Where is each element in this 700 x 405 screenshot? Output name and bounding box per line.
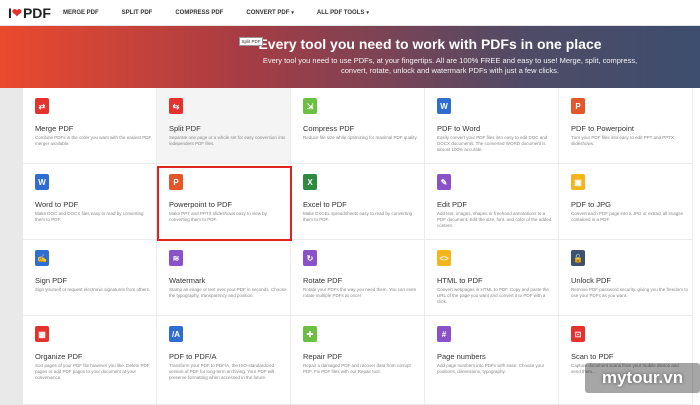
compress-icon: ⇲	[303, 98, 317, 114]
tool-title: PDF to PDF/A	[169, 352, 217, 361]
tool-description: Sign yourself or request electronic sign…	[35, 287, 151, 292]
nav-convert-pdf[interactable]: CONVERT PDF ▾	[246, 10, 294, 16]
word-icon: W	[35, 174, 49, 190]
tool-card-edit-pdf[interactable]: ✎ Edit PDF Add text, images, shapes or fre…	[425, 164, 559, 240]
tool-card-merge-pdf[interactable]: ⇄ Merge PDF Combine PDFs in the order you …	[23, 88, 157, 164]
tool-card-repair-pdf[interactable]: ✚ Repair PDF Repair a damaged PDF and reco…	[291, 316, 425, 405]
tool-title: Compress PDF	[303, 124, 355, 133]
mytour-watermark: mytour.vn	[585, 363, 700, 393]
tool-card-pdf-to-powerpoint[interactable]: P PDF to Powerpoint Turn your PDF files in…	[559, 88, 693, 164]
tool-title: HTML to PDF	[437, 276, 483, 285]
tools-grid: ⇄ Merge PDF Combine PDFs in the order you …	[23, 88, 700, 405]
unlock-icon: 🔓	[571, 250, 585, 266]
tool-description: Stamp an image or text over your PDF in …	[169, 287, 287, 298]
tool-title: Scan to PDF	[571, 352, 614, 361]
tool-description: Combine PDFs in the order you want with …	[35, 135, 152, 146]
nav-all-pdf-tools[interactable]: ALL PDF TOOLS ▾	[317, 10, 369, 16]
html-icon: <>	[437, 250, 451, 266]
tool-title: Repair PDF	[303, 352, 343, 361]
tool-description: Easily convert your PDF files into easy …	[437, 135, 548, 152]
nav-compress-pdf[interactable]: COMPRESS PDF	[175, 10, 223, 16]
hero-banner: Every tool you need to work with PDFs in…	[0, 26, 700, 88]
edit-icon: ✎	[437, 174, 451, 190]
hero-subtitle: Every tool you need to use PDFs, at your…	[262, 56, 638, 75]
tool-card-page-numbers[interactable]: # Page numbers Add page numbers into PDFs …	[425, 316, 559, 405]
tool-description: Add text, images, shapes or freehand ann…	[437, 211, 552, 228]
tool-description: Rotate your PDFs the way you need them. …	[303, 287, 417, 298]
tool-description: Make DOC and DOCX files easy to read by …	[35, 211, 144, 222]
tool-card-pdf-to-jpg[interactable]: ▣ PDF to JPG Convert each PDF page into a …	[559, 164, 693, 240]
repair-icon: ✚	[303, 326, 317, 342]
tool-description: Reduce file size while optimizing for ma…	[303, 135, 418, 140]
heart-icon: ❤	[11, 5, 22, 20]
tool-card-html-to-pdf[interactable]: <> HTML to PDF Convert webpages in HTML to…	[425, 240, 559, 316]
page-numbers-icon: #	[437, 326, 451, 342]
tool-title: Page numbers	[437, 352, 486, 361]
tool-title: Merge PDF	[35, 124, 74, 133]
tool-card-pdf-to-pdf-a[interactable]: /A PDF to PDF/A Transform your PDF to PDF/…	[157, 316, 291, 405]
tool-description: Sort pages of your PDF file however you …	[35, 363, 150, 380]
ilovepdf-logo[interactable]: I ❤ PDF	[8, 5, 63, 21]
tool-card-rotate-pdf[interactable]: ↻ Rotate PDF Rotate your PDFs the way you …	[291, 240, 425, 316]
tool-card-organize-pdf[interactable]: ▦ Organize PDF Sort pages of your PDF file…	[23, 316, 157, 405]
hero-title: Every tool you need to work with PDFs in…	[258, 36, 602, 52]
tool-description: Transform your PDF to PDF/A, the ISO-sta…	[169, 363, 275, 380]
tool-title: Sign PDF	[35, 276, 68, 285]
tool-card-split-pdf[interactable]: ⇆ Split PDF Separate one page or a whole s…	[157, 88, 291, 164]
chevron-down-icon: ▾	[291, 9, 294, 16]
tool-card-unlock-pdf[interactable]: 🔓 Unlock PDF Remove PDF password security,…	[559, 240, 693, 316]
tool-title: Excel to PDF	[303, 200, 347, 209]
powerpoint-icon: P	[571, 98, 585, 114]
split-icon: ⇆	[169, 98, 183, 114]
tool-card-pdf-to-word[interactable]: W PDF to Word Easily convert your PDF file…	[425, 88, 559, 164]
pdfa-icon: /A	[169, 326, 183, 342]
organize-icon: ▦	[35, 326, 49, 342]
watermark-icon: ≋	[169, 250, 183, 266]
rotate-icon: ↻	[303, 250, 317, 266]
tool-title: Watermark	[169, 276, 206, 285]
tool-title: Organize PDF	[35, 352, 83, 361]
word-icon: W	[437, 98, 451, 114]
tool-title: Split PDF	[169, 124, 201, 133]
tool-title: PDF to Word	[437, 124, 481, 133]
split-pdf-tooltip: Split PDF	[239, 37, 263, 46]
tool-title: Edit PDF	[437, 200, 468, 209]
tool-title: PDF to JPG	[571, 200, 612, 209]
merge-icon: ⇄	[35, 98, 49, 114]
tool-description: Remove PDF password security, giving you…	[571, 287, 688, 298]
jpg-icon: ▣	[571, 174, 585, 190]
highlight-box	[157, 166, 292, 241]
excel-icon: X	[303, 174, 317, 190]
tool-description: Add page numbers into PDFs with ease. Ch…	[437, 363, 545, 374]
left-margin	[0, 88, 23, 405]
tool-card-sign-pdf[interactable]: ✍ Sign PDF Sign yourself or request electr…	[23, 240, 157, 316]
tool-card-word-to-pdf[interactable]: W Word to PDF Make DOC and DOCX files easy…	[23, 164, 157, 240]
nav-split-pdf[interactable]: SPLIT PDF	[122, 10, 153, 16]
tool-description: Turn your PDF files into easy to edit PP…	[571, 135, 675, 146]
tool-card-excel-to-pdf[interactable]: X Excel to PDF Make EXCEL spreadsheets eas…	[291, 164, 425, 240]
tool-description: Convert webpages in HTML to PDF. Copy an…	[437, 287, 549, 304]
tool-description: Separate one page or a whole set for eas…	[169, 135, 286, 146]
scan-icon: ⊡	[571, 326, 585, 342]
tool-description: Repair a damaged PDF and recover data fr…	[303, 363, 411, 374]
top-navigation-bar: I ❤ PDF MERGE PDF SPLIT PDF COMPRESS PDF…	[0, 0, 700, 26]
main-nav: MERGE PDF SPLIT PDF COMPRESS PDF CONVERT…	[63, 10, 392, 16]
tool-title: Rotate PDF	[303, 276, 343, 285]
chevron-down-icon: ▾	[366, 9, 369, 16]
tool-title: PDF to Powerpoint	[571, 124, 634, 133]
nav-merge-pdf[interactable]: MERGE PDF	[63, 10, 99, 16]
tool-card-compress-pdf[interactable]: ⇲ Compress PDF Reduce file size while opti…	[291, 88, 425, 164]
tool-title: Word to PDF	[35, 200, 79, 209]
tool-description: Convert each PDF page into a JPG or extr…	[571, 211, 684, 222]
tool-card-watermark[interactable]: ≋ Watermark Stamp an image or text over yo…	[157, 240, 291, 316]
tool-description: Make EXCEL spreadsheets easy to read by …	[303, 211, 413, 222]
sign-icon: ✍	[35, 250, 49, 266]
tool-title: Unlock PDF	[571, 276, 612, 285]
